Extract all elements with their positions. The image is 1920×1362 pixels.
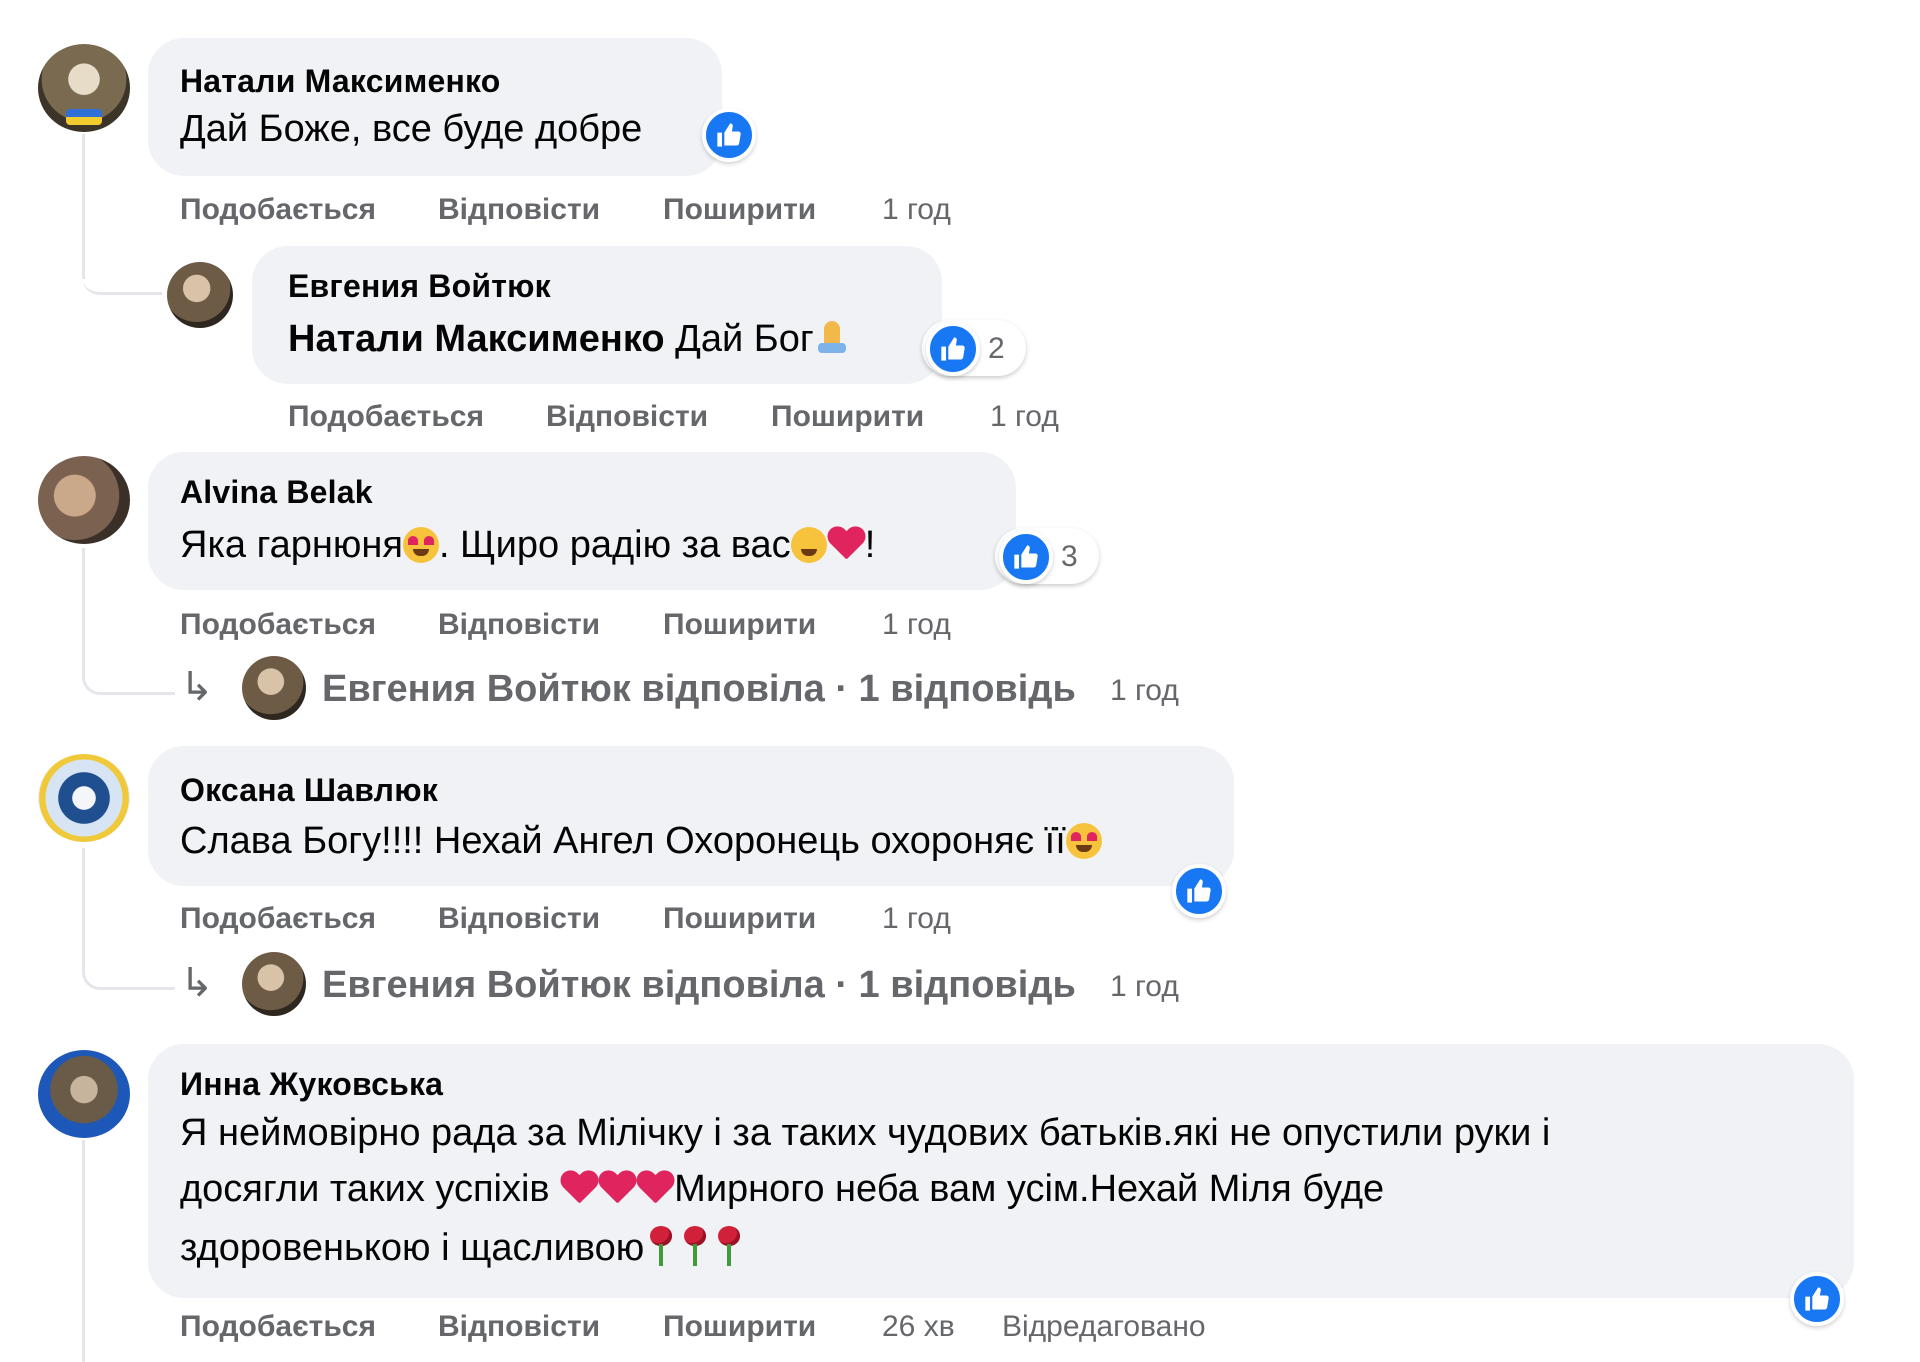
comment-timestamp[interactable]: 1 год (882, 193, 951, 227)
comment-author[interactable]: Оксана Шавлюк (180, 772, 438, 809)
like-link[interactable]: Подобається (180, 193, 376, 227)
like-icon (941, 337, 965, 361)
like-icon (1187, 879, 1211, 903)
reaction-count: 2 (988, 332, 1005, 365)
thread-connector (82, 230, 162, 295)
comment-author[interactable]: Инна Жуковська (180, 1066, 443, 1103)
view-replies-link[interactable]: Евгения Войтюк відповіла · 1 відповідь (322, 964, 1076, 1007)
praying-hands-emoji (814, 319, 850, 355)
reply-arrow-icon: ↳ (180, 665, 214, 709)
comment-text-body: Дай Бог (664, 318, 814, 360)
comment-text: Слава Богу!!!! Нехай Ангел Охоронець охо… (180, 820, 1102, 863)
comment-text-part: досягли таких успіхів (180, 1168, 561, 1210)
thread-connector (82, 640, 175, 695)
heart-eyes-emoji (402, 527, 439, 563)
like-link[interactable]: Подобається (180, 1310, 376, 1344)
reply-link[interactable]: Відповісти (438, 608, 600, 642)
like-link[interactable]: Подобається (180, 608, 376, 642)
comment-text-part: ! (864, 524, 876, 566)
comment-text-part: . Щиро радію за вас (438, 524, 791, 566)
comment-author[interactable]: Натали Максименко (180, 63, 501, 100)
red-heart-emoji (560, 1171, 598, 1205)
reply-arrow-icon: ↳ (180, 961, 214, 1005)
avatar[interactable] (38, 1050, 130, 1138)
avatar[interactable] (38, 754, 130, 842)
avatar (242, 656, 306, 720)
like-icon (717, 123, 741, 147)
like-reaction-badge (999, 530, 1053, 584)
reply-link[interactable]: Відповісти (438, 193, 600, 227)
like-reaction-badge[interactable] (1172, 864, 1226, 918)
reply-link[interactable]: Відповісти (438, 1310, 600, 1344)
comment-text-part: здоровенькою і щасливою (180, 1227, 645, 1269)
comment-actions: Подобається Відповісти Поширити 1 год (180, 193, 980, 233)
comment-text-line: Я неймовірно рада за Мілічку і за таких … (180, 1112, 1551, 1154)
mention[interactable]: Натали Максименко (288, 318, 665, 360)
reply-link[interactable]: Відповісти (546, 400, 708, 434)
like-link[interactable]: Подобається (180, 902, 376, 936)
comment-text-body: Слава Богу!!!! Нехай Ангел Охоронець охо… (180, 820, 1066, 862)
reply-link[interactable]: Відповісти (438, 902, 600, 936)
like-icon (1805, 1287, 1829, 1311)
view-replies-link[interactable]: Евгения Войтюк відповіла · 1 відповідь (322, 668, 1076, 711)
comment-bubble (148, 38, 722, 176)
comment-actions: Подобається Відповісти Поширити 1 год (180, 902, 980, 942)
rose-emoji (678, 1226, 712, 1266)
comment-timestamp[interactable]: 1 год (990, 400, 1059, 434)
thread-line (82, 1140, 85, 1362)
reply-timestamp: 1 год (1110, 970, 1179, 1003)
like-icon (1014, 545, 1038, 569)
comment-timestamp[interactable]: 1 год (882, 608, 951, 642)
comment-text: Натали Максименко Дай Бог (288, 318, 850, 361)
avatar[interactable] (38, 456, 130, 544)
comment-actions: Подобається Відповісти Поширити 1 год (180, 608, 980, 648)
rose-emoji (712, 1226, 746, 1266)
like-link[interactable]: Подобається (288, 400, 484, 434)
smiling-face-with-hearts-emoji (1065, 823, 1102, 859)
rose-emoji (644, 1226, 678, 1266)
avatar (242, 952, 306, 1016)
reply-timestamp: 1 год (1110, 674, 1179, 707)
edited-label: Відредаговано (1002, 1310, 1206, 1343)
avatar[interactable] (167, 262, 233, 328)
comment-bubble (252, 246, 942, 384)
hugging-face-emoji (790, 527, 827, 563)
share-link[interactable]: Поширити (771, 400, 924, 434)
comment-timestamp[interactable]: 1 год (882, 902, 951, 936)
share-link[interactable]: Поширити (663, 193, 816, 227)
comment-text: Яка гарнюня . Щиро радію за вас! (180, 524, 875, 567)
red-heart-emoji (827, 527, 865, 561)
avatar[interactable] (38, 44, 130, 132)
share-link[interactable]: Поширити (663, 1310, 816, 1344)
comment-text-line: здоровенькою і щасливою (180, 1226, 746, 1270)
comment-bubble (148, 452, 1016, 590)
comment-text-line: досягли таких успіхів Мирного неба вам у… (180, 1168, 1384, 1211)
reaction-count: 3 (1061, 540, 1078, 573)
red-heart-emoji (636, 1171, 674, 1205)
comment-actions: Подобається Відповісти Поширити 26 хв Ві… (180, 1310, 1280, 1350)
comment-bubble (148, 746, 1234, 886)
comment-text-part: Мирного неба вам усім.Нехай Міля буде (674, 1168, 1385, 1210)
comment-text-part: Яка гарнюня (180, 524, 403, 566)
like-reaction-badge[interactable] (1790, 1272, 1844, 1326)
comment-actions: Подобається Відповісти Поширити 1 год (288, 400, 1088, 440)
share-link[interactable]: Поширити (663, 608, 816, 642)
comment-author[interactable]: Alvina Belak (180, 474, 373, 511)
comment-timestamp[interactable]: 26 хв (882, 1310, 955, 1344)
thread-connector (82, 935, 175, 990)
share-link[interactable]: Поширити (663, 902, 816, 936)
comment-author[interactable]: Евгения Войтюк (288, 268, 551, 305)
comment-text: Дай Боже, все буде добре (180, 108, 643, 150)
red-heart-emoji (598, 1171, 636, 1205)
like-reaction-badge[interactable] (702, 108, 756, 162)
like-reaction-badge (926, 322, 980, 376)
